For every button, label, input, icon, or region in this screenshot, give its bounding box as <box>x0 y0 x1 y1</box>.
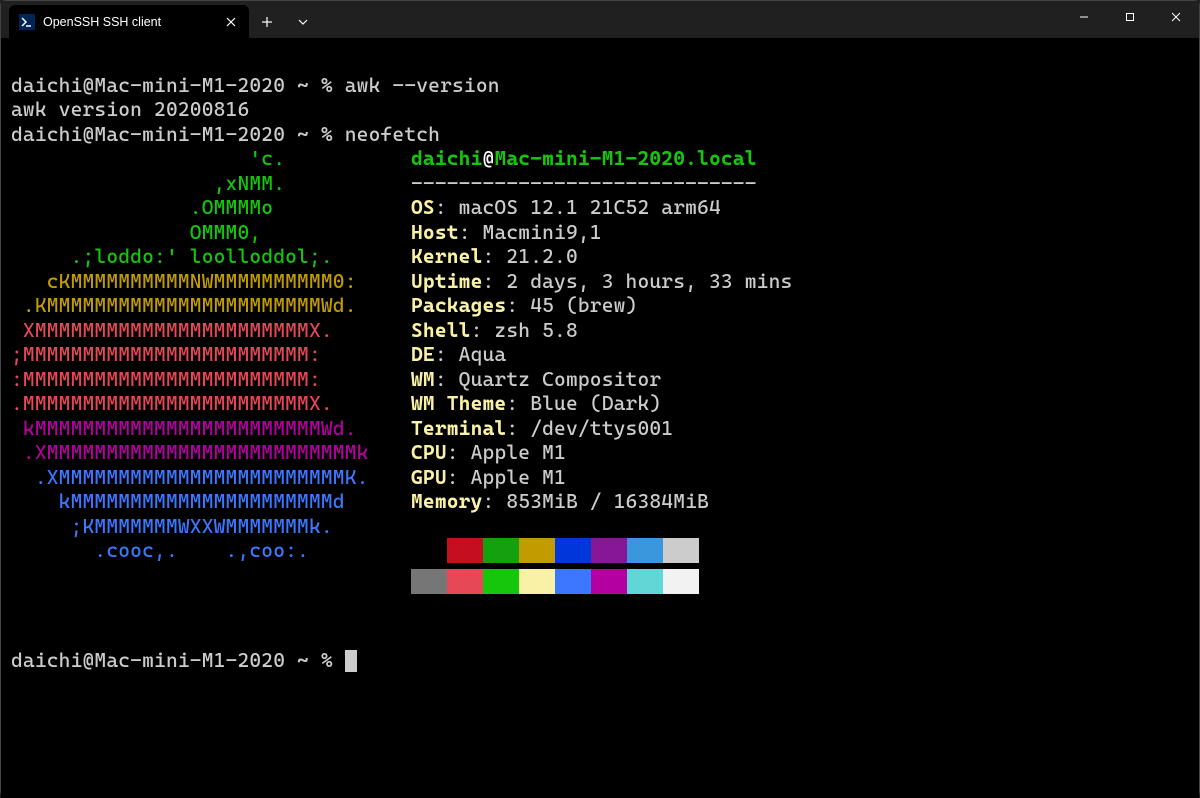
cursor <box>345 650 357 672</box>
command-2: neofetch <box>345 122 440 146</box>
terminal-output[interactable]: daichi@Mac-mini-M1-2020 ~ % awk --versio… <box>1 38 1199 798</box>
close-button[interactable] <box>1153 1 1199 33</box>
tab-title: OpenSSH SSH client <box>43 15 215 29</box>
titlebar: OpenSSH SSH client <box>1 1 1199 38</box>
prompt: daichi@Mac-mini-M1-2020 ~ % <box>11 648 345 672</box>
tab-active[interactable]: OpenSSH SSH client <box>9 5 249 38</box>
tab-dropdown-button[interactable] <box>285 5 321 38</box>
minimize-button[interactable] <box>1061 1 1107 33</box>
maximize-button[interactable] <box>1107 1 1153 33</box>
tab-close-icon[interactable] <box>223 14 239 30</box>
prompt: daichi@Mac-mini-M1-2020 ~ % <box>11 122 345 146</box>
new-tab-button[interactable] <box>249 5 285 38</box>
prompt: daichi@Mac-mini-M1-2020 ~ % <box>11 73 345 97</box>
output-1: awk version 20200816 <box>11 97 249 121</box>
neofetch-output: 'c. daichi@Mac-mini-M1-2020.local ,xNMM.… <box>11 146 1189 599</box>
command-1: awk --version <box>345 73 500 97</box>
powershell-icon <box>19 14 35 30</box>
